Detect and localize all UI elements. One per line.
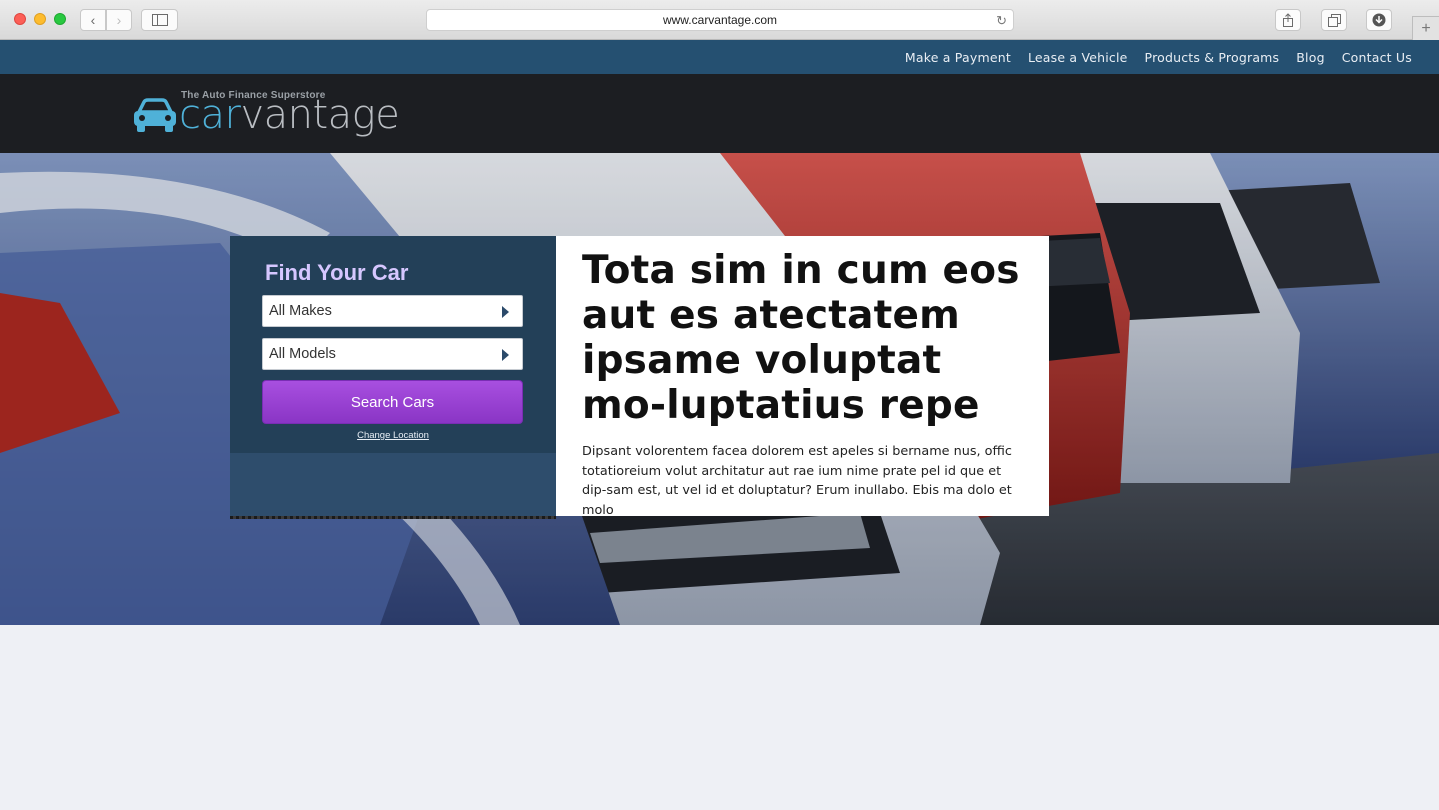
models-select[interactable]: All Models <box>262 338 523 370</box>
hero-headline: Tota sim in cum eos aut es atectatem ips… <box>582 248 1020 428</box>
nav-make-payment[interactable]: Make a Payment <box>905 50 1011 65</box>
panel-edge <box>230 516 556 519</box>
sidebar-icon <box>151 14 168 26</box>
nav-blog[interactable]: Blog <box>1296 50 1324 65</box>
zoom-window-button[interactable] <box>54 13 66 25</box>
top-navigation: Make a Payment Lease a Vehicle Products … <box>0 40 1439 74</box>
nav-lease-vehicle[interactable]: Lease a Vehicle <box>1028 50 1128 65</box>
makes-select-value: All Makes <box>269 303 332 319</box>
close-window-button[interactable] <box>14 13 26 25</box>
hero-text-card: Tota sim in cum eos aut es atectatem ips… <box>556 236 1049 518</box>
downloads-button[interactable] <box>1366 9 1392 31</box>
minimize-window-button[interactable] <box>34 13 46 25</box>
browser-toolbar: ‹ › www.carvantage.com ↻ + <box>0 0 1439 40</box>
share-icon <box>1283 13 1293 27</box>
search-cars-button[interactable]: Search Cars <box>262 380 523 424</box>
find-car-title: Find Your Car <box>265 260 409 285</box>
caret-right-icon <box>502 349 509 361</box>
forward-button[interactable]: › <box>106 9 132 31</box>
change-location-link[interactable]: Change Location <box>230 430 556 441</box>
car-logo-icon <box>134 98 176 132</box>
nav-contact-us[interactable]: Contact Us <box>1342 50 1412 65</box>
hero-body-text: Dipsant volorentem facea dolorem est ape… <box>582 444 1012 518</box>
plus-icon: + <box>1421 19 1431 37</box>
share-button[interactable] <box>1275 9 1301 31</box>
address-bar[interactable]: www.carvantage.com ↻ <box>426 9 1014 31</box>
nav-products-programs[interactable]: Products & Programs <box>1145 50 1280 65</box>
show-tabs-button[interactable] <box>1321 9 1347 31</box>
tabs-icon <box>1327 13 1341 27</box>
url-text: www.carvantage.com <box>662 13 778 27</box>
find-car-form: Find Your Car All Makes All Models Searc… <box>230 236 556 453</box>
find-car-panel: Find Your Car All Makes All Models Searc… <box>230 236 556 519</box>
models-select-value: All Models <box>269 346 336 362</box>
site-header: The Auto Finance Superstore carvantage <box>0 74 1439 153</box>
caret-right-icon <box>502 306 509 318</box>
download-icon <box>1372 13 1386 27</box>
new-tab-button[interactable]: + <box>1412 16 1439 40</box>
logo-wordmark: carvantage <box>179 92 400 138</box>
back-button[interactable]: ‹ <box>80 9 106 31</box>
makes-select[interactable]: All Makes <box>262 295 523 327</box>
forward-icon: › <box>116 12 122 28</box>
sidebar-toggle-button[interactable] <box>141 9 178 31</box>
reload-icon[interactable]: ↻ <box>996 13 1007 29</box>
back-icon: ‹ <box>90 12 96 28</box>
